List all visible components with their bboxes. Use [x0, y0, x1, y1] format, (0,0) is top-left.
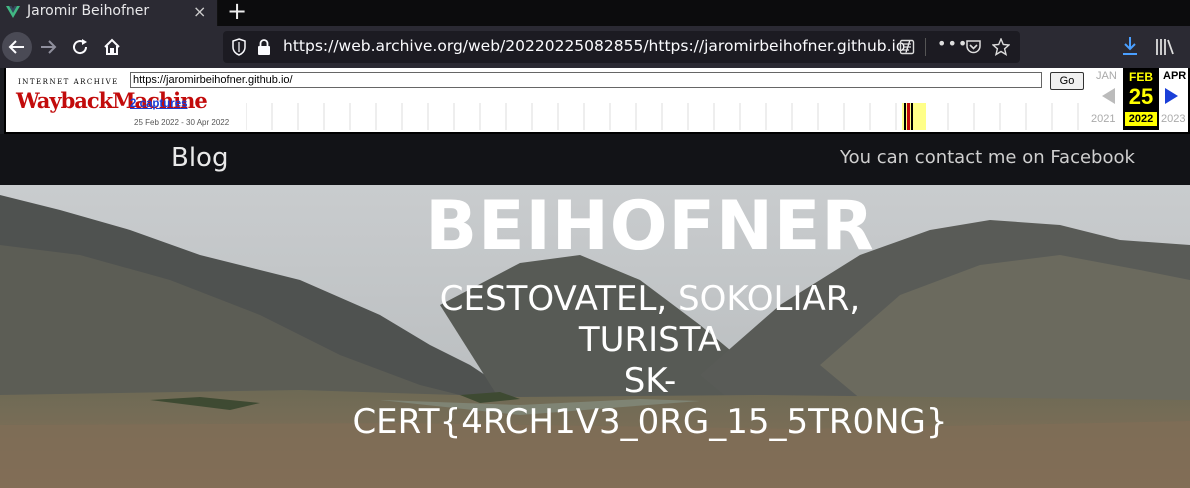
address-bar-divider: [925, 38, 926, 56]
hero-subtitle-line-2: TURISTA: [578, 320, 722, 360]
back-arrow-icon: [8, 40, 24, 54]
prev-month-label: JAN: [1096, 70, 1117, 82]
prev-capture-arrow-icon: [1102, 88, 1115, 104]
internet-archive-label: INTERNET ARCHIVE: [18, 78, 119, 86]
wayback-logo[interactable]: INTERNET ARCHIVE WaybackMachine: [16, 78, 208, 118]
browser-tab[interactable]: Jaromir Beihofner ×: [0, 0, 218, 26]
address-bar[interactable]: https://web.archive.org/web/202202250828…: [223, 31, 1020, 63]
back-button[interactable]: [2, 32, 32, 62]
current-month: FEB: [1129, 70, 1153, 84]
reload-icon: [73, 39, 88, 55]
library-icon[interactable]: [1155, 37, 1175, 57]
close-tab-icon[interactable]: ×: [193, 2, 206, 21]
hero-subtitle: CESTOVATEL, SOKOLIAR, TURISTA SK- CERT{4…: [295, 279, 1005, 443]
navigation-toolbar: https://web.archive.org/web/202202250828…: [0, 26, 1190, 68]
download-icon[interactable]: [1121, 36, 1139, 58]
hero-subtitle-line-1: CESTOVATEL, SOKOLIAR,: [439, 279, 861, 319]
home-icon: [104, 38, 120, 55]
tab-title: Jaromir Beihofner: [27, 3, 150, 19]
shield-icon[interactable]: [231, 38, 247, 56]
web-page: INTERNET ARCHIVE WaybackMachine https://…: [0, 68, 1190, 488]
tab-strip: Jaromir Beihofner × +: [0, 0, 1190, 26]
current-year: 2022: [1125, 112, 1157, 126]
page-actions-button[interactable]: •••: [937, 34, 968, 53]
hero-title: BEIHOFNER: [425, 187, 875, 266]
current-day: 25: [1128, 84, 1154, 109]
pocket-icon[interactable]: [965, 39, 982, 55]
wayback-go-button[interactable]: Go: [1050, 72, 1084, 90]
next-month-label[interactable]: APR: [1163, 70, 1186, 82]
next-capture-arrow-icon[interactable]: [1164, 88, 1178, 104]
reload-button[interactable]: [66, 33, 94, 61]
url-text[interactable]: https://web.archive.org/web/202202250828…: [283, 37, 911, 55]
new-tab-button[interactable]: +: [227, 0, 247, 25]
forward-arrow-icon: [41, 40, 57, 54]
wayback-url-input[interactable]: https://jaromirbeihofner.github.io/: [130, 72, 1042, 88]
capture-sparkline[interactable]: [246, 103, 1086, 130]
wayback-toolbar: INTERNET ARCHIVE WaybackMachine https://…: [4, 68, 1190, 134]
nav-blog-link[interactable]: Blog: [171, 143, 228, 173]
forward-button[interactable]: [34, 33, 62, 61]
home-button[interactable]: [98, 33, 126, 61]
hero-section: BEIHOFNER CESTOVATEL, SOKOLIAR, TURISTA …: [0, 185, 1190, 488]
captures-link[interactable]: 2 captures: [130, 98, 188, 110]
reader-view-icon[interactable]: [899, 39, 915, 55]
current-capture-date: FEB 25 2022: [1123, 68, 1159, 130]
hero-subtitle-line-3: SK-: [623, 361, 677, 401]
capture-date-range: 25 Feb 2022 - 30 Apr 2022: [134, 118, 230, 127]
hero-subtitle-line-4: CERT{4RCH1V3_0RG_15_5TR0NG}: [352, 402, 948, 442]
lock-icon[interactable]: [257, 39, 271, 55]
vue-logo-icon: [6, 6, 20, 18]
prev-year-label: 2021: [1091, 113, 1116, 125]
nav-contact-link[interactable]: You can contact me on Facebook: [840, 147, 1135, 168]
site-navbar: Blog You can contact me on Facebook: [0, 134, 1190, 185]
bookmark-star-icon[interactable]: [992, 38, 1010, 56]
next-year-label: 2023: [1161, 113, 1186, 125]
